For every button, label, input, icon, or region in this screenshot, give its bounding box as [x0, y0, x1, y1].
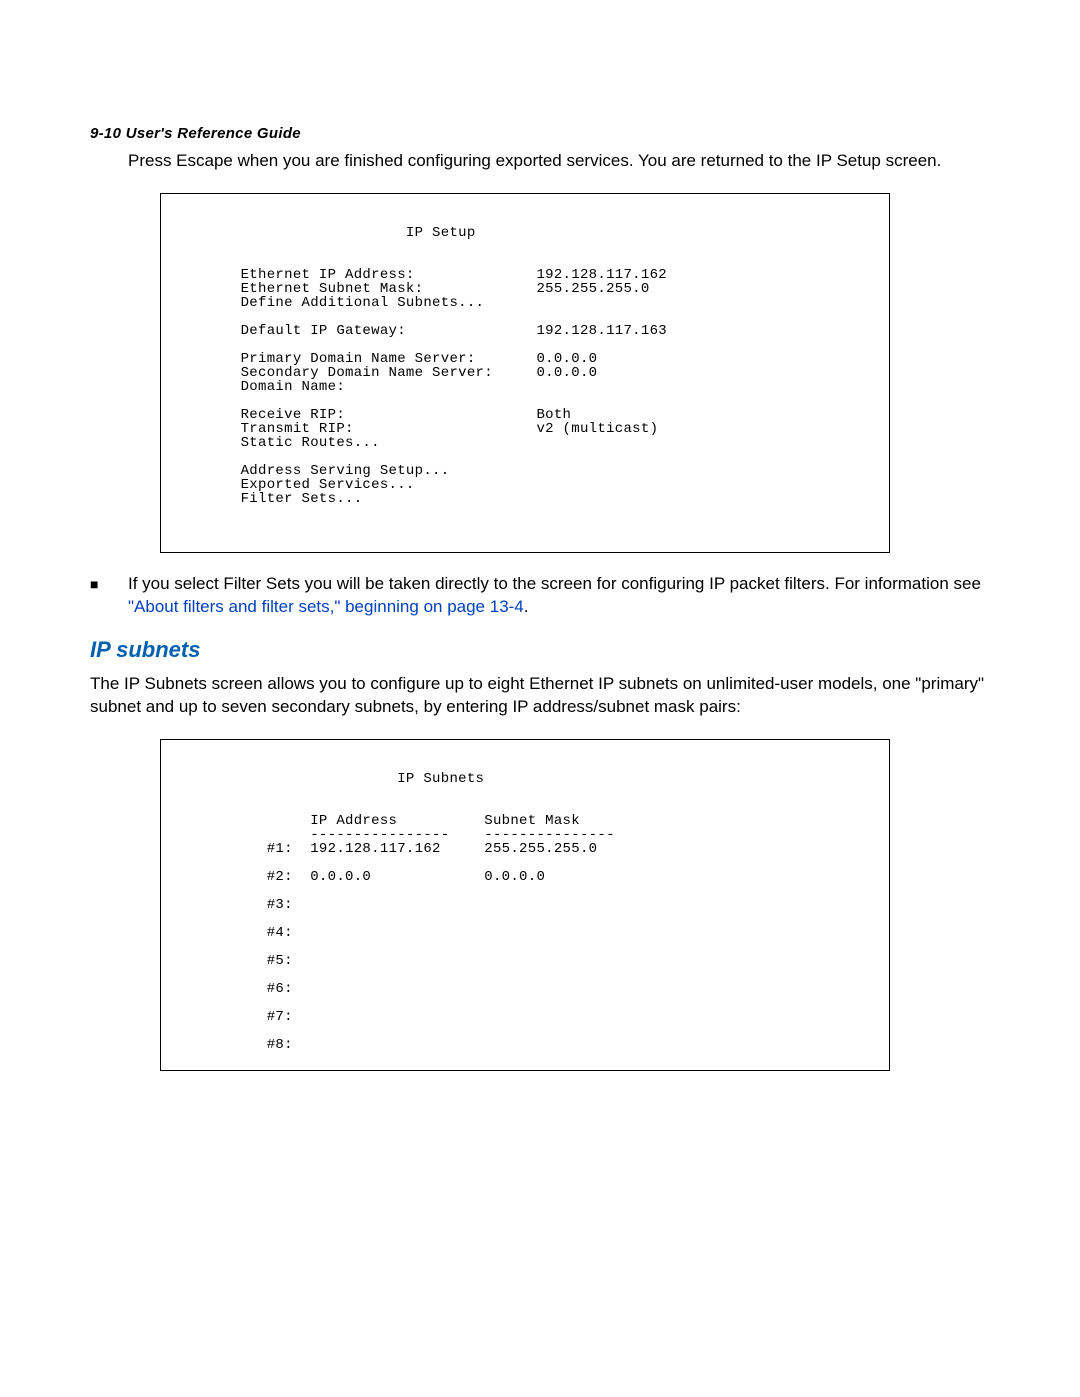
bullet-pre: If you select Filter Sets you will be ta…: [128, 574, 981, 593]
bullet-text: If you select Filter Sets you will be ta…: [128, 573, 990, 619]
bullet-post: .: [524, 597, 529, 616]
intro-paragraph: Press Escape when you are finished confi…: [90, 150, 990, 173]
bullet-square-icon: ■: [90, 573, 128, 595]
bullet-filter-sets: ■ If you select Filter Sets you will be …: [90, 573, 990, 619]
section-heading-ip-subnets: IP subnets: [90, 637, 990, 663]
page-header: 9-10 User's Reference Guide: [90, 125, 990, 142]
ip-setup-terminal: IP Setup Ethernet IP Address: 192.128.11…: [160, 193, 890, 553]
xref-link[interactable]: "About filters and filter sets," beginni…: [128, 597, 524, 616]
document-page: 9-10 User's Reference Guide Press Escape…: [0, 0, 1080, 1397]
ip-subnets-terminal: IP Subnets IP Address Subnet Mask ------…: [160, 739, 890, 1071]
subnets-paragraph: The IP Subnets screen allows you to conf…: [90, 673, 990, 719]
